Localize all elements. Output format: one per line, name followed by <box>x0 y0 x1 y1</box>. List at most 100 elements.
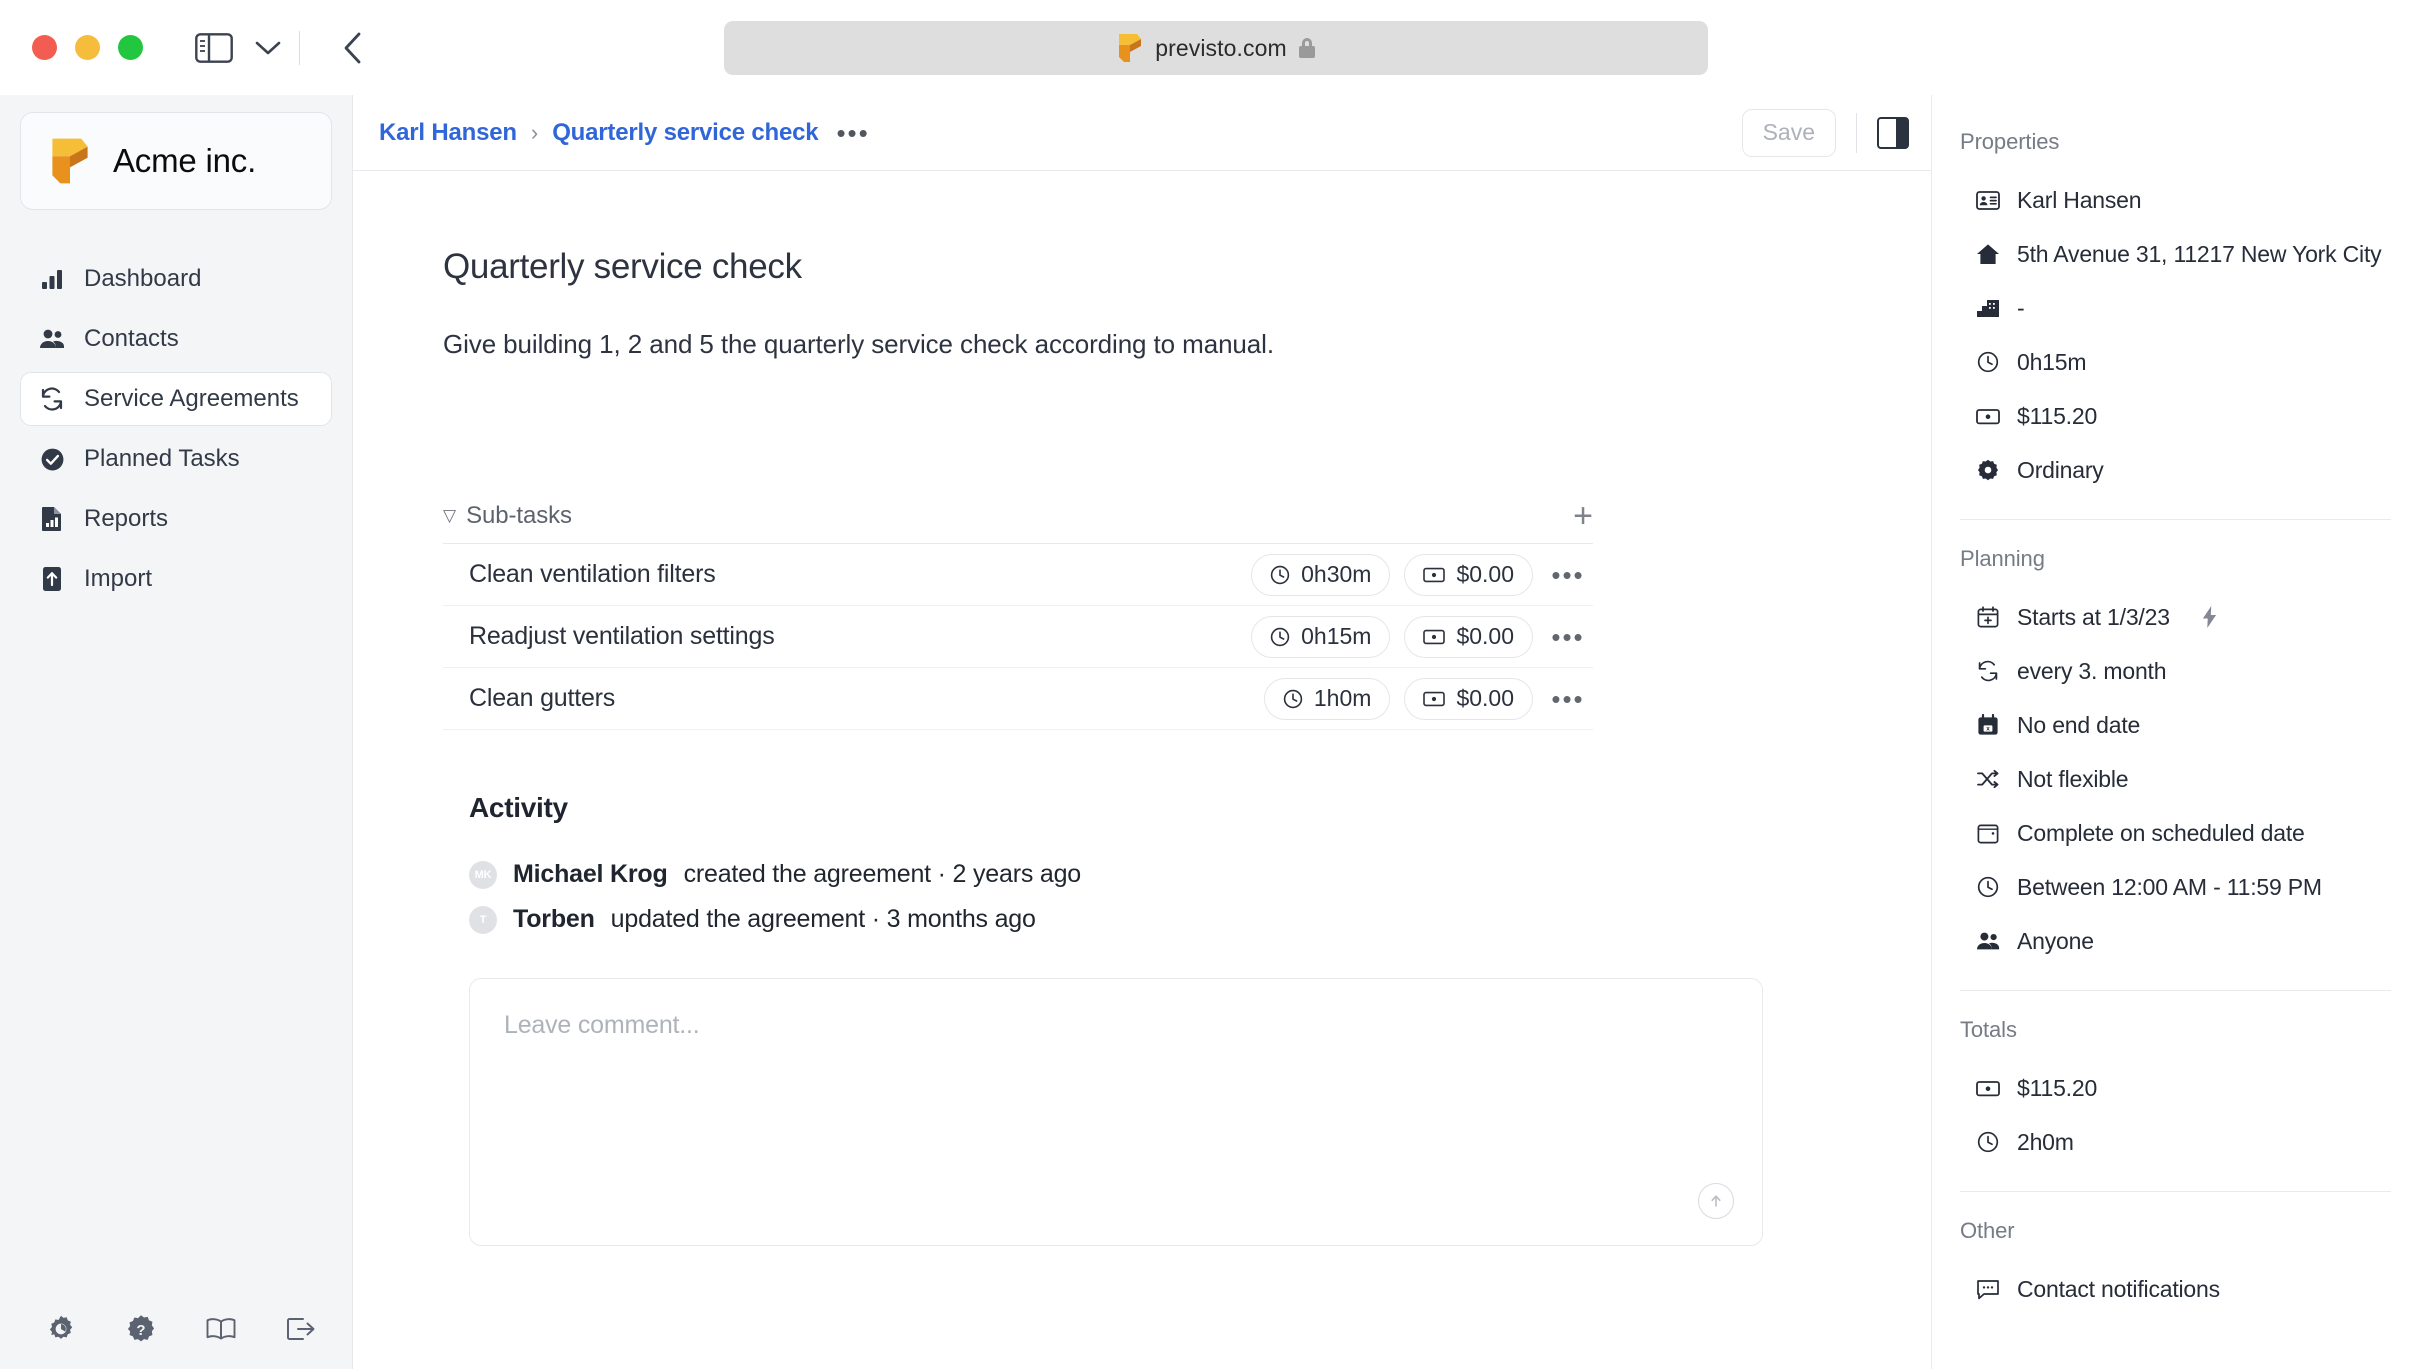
properties-list: Karl Hansen 5th Avenue 31, 11217 New Yor… <box>1960 173 2391 497</box>
activity-text: created the agreement · 2 years ago <box>684 860 1081 889</box>
subtask-name: Clean ventilation filters <box>469 560 716 589</box>
sidebar-item-contacts[interactable]: Contacts <box>20 312 332 366</box>
clock-icon <box>1283 689 1303 709</box>
shuffle-icon <box>1976 767 2000 791</box>
previsto-logo-icon <box>49 137 91 185</box>
chevron-right-icon: › <box>531 120 538 146</box>
property-price[interactable]: $115.20 <box>1960 389 2391 443</box>
send-up-arrow-icon[interactable] <box>1698 1183 1734 1219</box>
logout-icon[interactable] <box>286 1314 316 1344</box>
activity-actor[interactable]: Michael Krog <box>513 860 668 889</box>
other-section-title: Other <box>1960 1218 2391 1244</box>
subtask-menu-button[interactable]: ••• <box>1547 632 1589 642</box>
window-controls[interactable] <box>32 35 143 60</box>
add-subtask-button[interactable]: + <box>1573 503 1593 529</box>
table-row[interactable]: Clean gutters 1h0m <box>443 668 1593 730</box>
planning-assignee[interactable]: Anyone <box>1960 914 2391 968</box>
sidebar-footer: ? <box>0 1289 352 1369</box>
sidebar-item-reports[interactable]: Reports <box>20 492 332 546</box>
caret-down-icon[interactable]: ▽ <box>443 506 456 526</box>
table-row[interactable]: Readjust ventilation settings 0h15m <box>443 606 1593 668</box>
totals-list: $115.20 2h0m <box>1960 1061 2391 1169</box>
help-icon[interactable]: ? <box>126 1314 156 1344</box>
subtask-price-chip[interactable]: $0.00 <box>1404 678 1533 720</box>
other-contact-notifications[interactable]: Contact notifications <box>1960 1262 2391 1316</box>
content-topbar: Karl Hansen › Quarterly service check ••… <box>353 95 1931 171</box>
breadcrumb-item-current[interactable]: Quarterly service check <box>552 119 818 147</box>
property-type[interactable]: Ordinary <box>1960 443 2391 497</box>
save-button[interactable]: Save <box>1742 109 1836 157</box>
property-building[interactable]: - <box>1960 281 2391 335</box>
content-scroll: Quarterly service check Give building 1,… <box>353 171 1931 1369</box>
planning-time-window[interactable]: Between 12:00 AM - 11:59 PM <box>1960 860 2391 914</box>
breadcrumb-item-contact[interactable]: Karl Hansen <box>379 119 517 147</box>
property-value: - <box>2017 295 2024 322</box>
planning-start-date[interactable]: Starts at 1/3/23 <box>1960 590 2391 644</box>
clock-icon <box>1976 1130 2000 1154</box>
minimize-window-button[interactable] <box>75 35 100 60</box>
subtask-duration-value: 0h30m <box>1301 561 1371 588</box>
total-duration: 2h0m <box>1960 1115 2391 1169</box>
avatar: MK <box>469 861 497 889</box>
table-row[interactable]: Clean ventilation filters 0h30m <box>443 544 1593 606</box>
back-arrow-icon[interactable] <box>336 31 370 65</box>
calendar-plus-icon <box>1976 605 2000 629</box>
subtask-duration-chip[interactable]: 0h15m <box>1251 616 1390 658</box>
activity-title: Activity <box>443 792 1593 824</box>
properties-panel: Properties Karl Hansen 5th Avenue 31, 11… <box>1931 95 2431 1369</box>
book-icon[interactable] <box>206 1314 236 1344</box>
sidebar-item-label: Service Agreements <box>84 385 299 413</box>
topbar-divider <box>1856 113 1857 153</box>
comment-input[interactable]: Leave comment... <box>469 978 1763 1246</box>
subtask-price-value: $0.00 <box>1456 623 1514 650</box>
repeat-icon <box>1976 659 2000 683</box>
sidebar-toggle-icon[interactable] <box>195 33 233 63</box>
people-icon <box>39 326 65 352</box>
import-arrow-icon <box>39 566 65 592</box>
previsto-logo-icon <box>1117 33 1143 63</box>
sidebar-item-import[interactable]: Import <box>20 552 332 606</box>
subtask-menu-button[interactable]: ••• <box>1547 694 1589 704</box>
check-circle-icon <box>39 446 65 472</box>
topbar-actions: Save <box>1742 109 1909 157</box>
breadcrumb-overflow-button[interactable]: ••• <box>836 128 869 138</box>
page-description[interactable]: Give building 1, 2 and 5 the quarterly s… <box>443 329 1593 360</box>
org-switcher[interactable]: Acme inc. <box>20 112 332 210</box>
subtask-duration-chip[interactable]: 0h30m <box>1251 554 1390 596</box>
chevron-down-icon[interactable] <box>251 31 285 65</box>
subtask-duration-chip[interactable]: 1h0m <box>1264 678 1391 720</box>
sidebar-item-service-agreements[interactable]: Service Agreements <box>20 372 332 426</box>
property-duration[interactable]: 0h15m <box>1960 335 2391 389</box>
planning-list: Starts at 1/3/23 every 3. mon <box>1960 590 2391 968</box>
page-title: Quarterly service check <box>443 247 1593 287</box>
subtask-menu-button[interactable]: ••• <box>1547 570 1589 580</box>
svg-text:?: ? <box>136 1322 145 1339</box>
subtasks-label: Sub-tasks <box>466 502 572 530</box>
property-address[interactable]: 5th Avenue 31, 11217 New York City <box>1960 227 2391 281</box>
people-icon <box>1976 929 2000 953</box>
address-bar[interactable]: previsto.com <box>724 21 1708 75</box>
sidebar-item-label: Contacts <box>84 325 179 353</box>
total-value: 2h0m <box>2017 1129 2074 1156</box>
close-window-button[interactable] <box>32 35 57 60</box>
planning-recurrence[interactable]: every 3. month <box>1960 644 2391 698</box>
zoom-window-button[interactable] <box>118 35 143 60</box>
planning-end-date[interactable]: x No end date <box>1960 698 2391 752</box>
property-contact[interactable]: Karl Hansen <box>1960 173 2391 227</box>
right-panel-toggle-icon[interactable] <box>1877 117 1909 149</box>
activity-actor[interactable]: Torben <box>513 905 595 934</box>
subtask-price-value: $0.00 <box>1456 685 1514 712</box>
subtask-price-chip[interactable]: $0.00 <box>1404 554 1533 596</box>
calendar-x-icon: x <box>1976 713 2000 737</box>
sidebar-item-label: Dashboard <box>84 265 201 293</box>
subtask-price-chip[interactable]: $0.00 <box>1404 616 1533 658</box>
sidebar-item-label: Planned Tasks <box>84 445 240 473</box>
planning-completion-rule[interactable]: Complete on scheduled date <box>1960 806 2391 860</box>
badge-icon <box>1976 458 2000 482</box>
property-value: Between 12:00 AM - 11:59 PM <box>2017 874 2322 901</box>
sidebar-item-dashboard[interactable]: Dashboard <box>20 252 332 306</box>
gear-icon[interactable] <box>46 1314 76 1344</box>
list-item: T Torben updated the agreement · 3 month… <box>469 905 1593 934</box>
sidebar-item-planned-tasks[interactable]: Planned Tasks <box>20 432 332 486</box>
planning-flexibility[interactable]: Not flexible <box>1960 752 2391 806</box>
